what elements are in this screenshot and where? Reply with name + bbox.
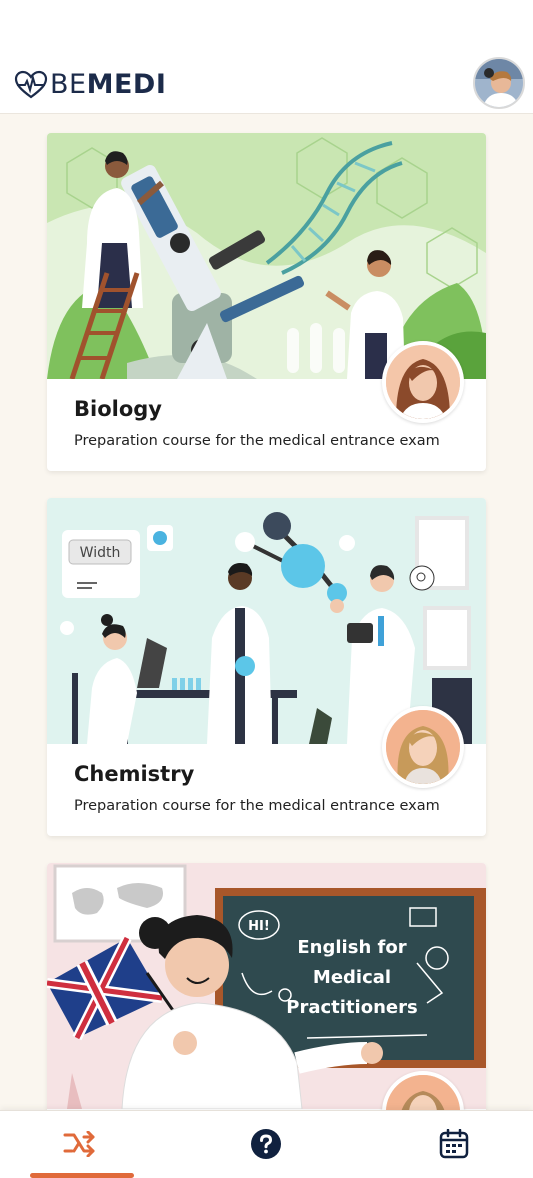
calendar-icon [439, 1129, 469, 1159]
app-root: BEMEDI Biology Preparation course for th… [0, 0, 533, 1178]
instructor-avatar [382, 706, 464, 788]
course-description: Preparation course for the medical entra… [74, 433, 440, 449]
instructor-photo-icon [386, 1075, 460, 1110]
instructor-avatar [382, 341, 464, 423]
course-description: Preparation course for the medical entra… [74, 798, 440, 814]
active-tab-indicator [30, 1173, 134, 1178]
logo-wordmark: BEMEDI [50, 69, 167, 100]
instructor-photo-icon [386, 710, 460, 784]
course-card-english[interactable]: HI! English for Medical Practitioners [47, 863, 486, 1110]
nav-courses-button[interactable] [59, 1125, 99, 1163]
user-avatar[interactable] [473, 57, 525, 109]
chalkboard-line-2: Medical [313, 967, 391, 988]
chalkboard-line-3: Practitioners [286, 997, 417, 1018]
course-title: Chemistry [74, 762, 195, 786]
width-label: Width [80, 545, 121, 561]
instructor-photo-icon [386, 345, 460, 419]
courses-route-icon [63, 1131, 95, 1157]
course-feed[interactable]: Biology Preparation course for the medic… [0, 115, 533, 1110]
nav-calendar-button[interactable] [434, 1125, 474, 1163]
course-title: Biology [74, 397, 162, 421]
chalkboard-line-1: English for [297, 937, 406, 958]
nav-help-button[interactable] [246, 1125, 286, 1163]
bottom-navigation [0, 1110, 533, 1178]
course-card-chemistry[interactable]: Width Chemistry Preparation course for t… [47, 498, 486, 836]
top-header: BEMEDI [0, 0, 533, 114]
bemedi-logo[interactable]: BEMEDI [14, 68, 166, 102]
speech-bubble-text: HI! [248, 919, 270, 934]
user-photo-icon [475, 59, 523, 107]
course-card-biology[interactable]: Biology Preparation course for the medic… [47, 133, 486, 471]
help-icon [251, 1129, 281, 1159]
heart-pulse-icon [14, 70, 48, 99]
